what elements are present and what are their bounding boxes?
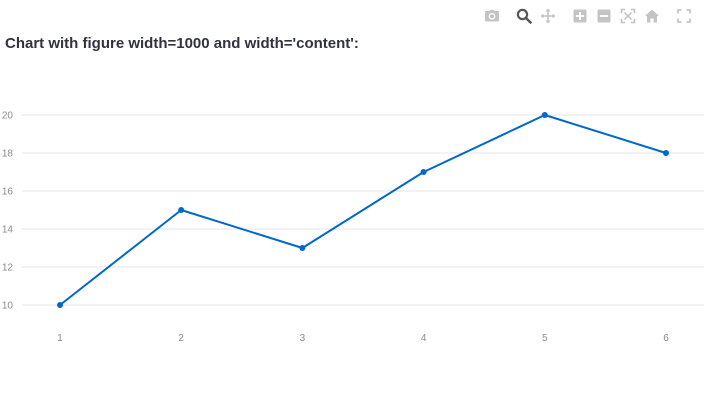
data-point[interactable] bbox=[663, 150, 669, 156]
y-tick-label: 10 bbox=[2, 301, 14, 312]
y-tick-label: 18 bbox=[2, 149, 14, 160]
line-chart[interactable]: 101214161820 123456 bbox=[0, 0, 704, 401]
data-point[interactable] bbox=[541, 112, 548, 118]
x-tick-label: 5 bbox=[542, 333, 548, 344]
y-tick-label: 20 bbox=[2, 111, 14, 122]
x-tick-label: 6 bbox=[663, 333, 669, 344]
data-point[interactable] bbox=[178, 207, 185, 213]
x-tick-label: 4 bbox=[421, 333, 427, 344]
data-point[interactable] bbox=[299, 245, 306, 251]
data-point[interactable] bbox=[420, 169, 427, 175]
x-tick-label: 1 bbox=[57, 333, 63, 344]
y-tick-label: 12 bbox=[2, 263, 14, 274]
y-tick-label: 16 bbox=[2, 187, 14, 198]
x-tick-label: 3 bbox=[300, 333, 306, 344]
x-axis-tick-labels: 1 2 3 4 5 6 bbox=[57, 333, 669, 344]
series-layer bbox=[57, 112, 669, 308]
data-point[interactable] bbox=[57, 302, 63, 308]
x-tick-label: 2 bbox=[178, 333, 184, 344]
series-line bbox=[59, 114, 667, 306]
y-axis-tick-labels: 10 12 14 16 18 20 bbox=[2, 111, 14, 312]
y-tick-label: 14 bbox=[2, 225, 14, 236]
